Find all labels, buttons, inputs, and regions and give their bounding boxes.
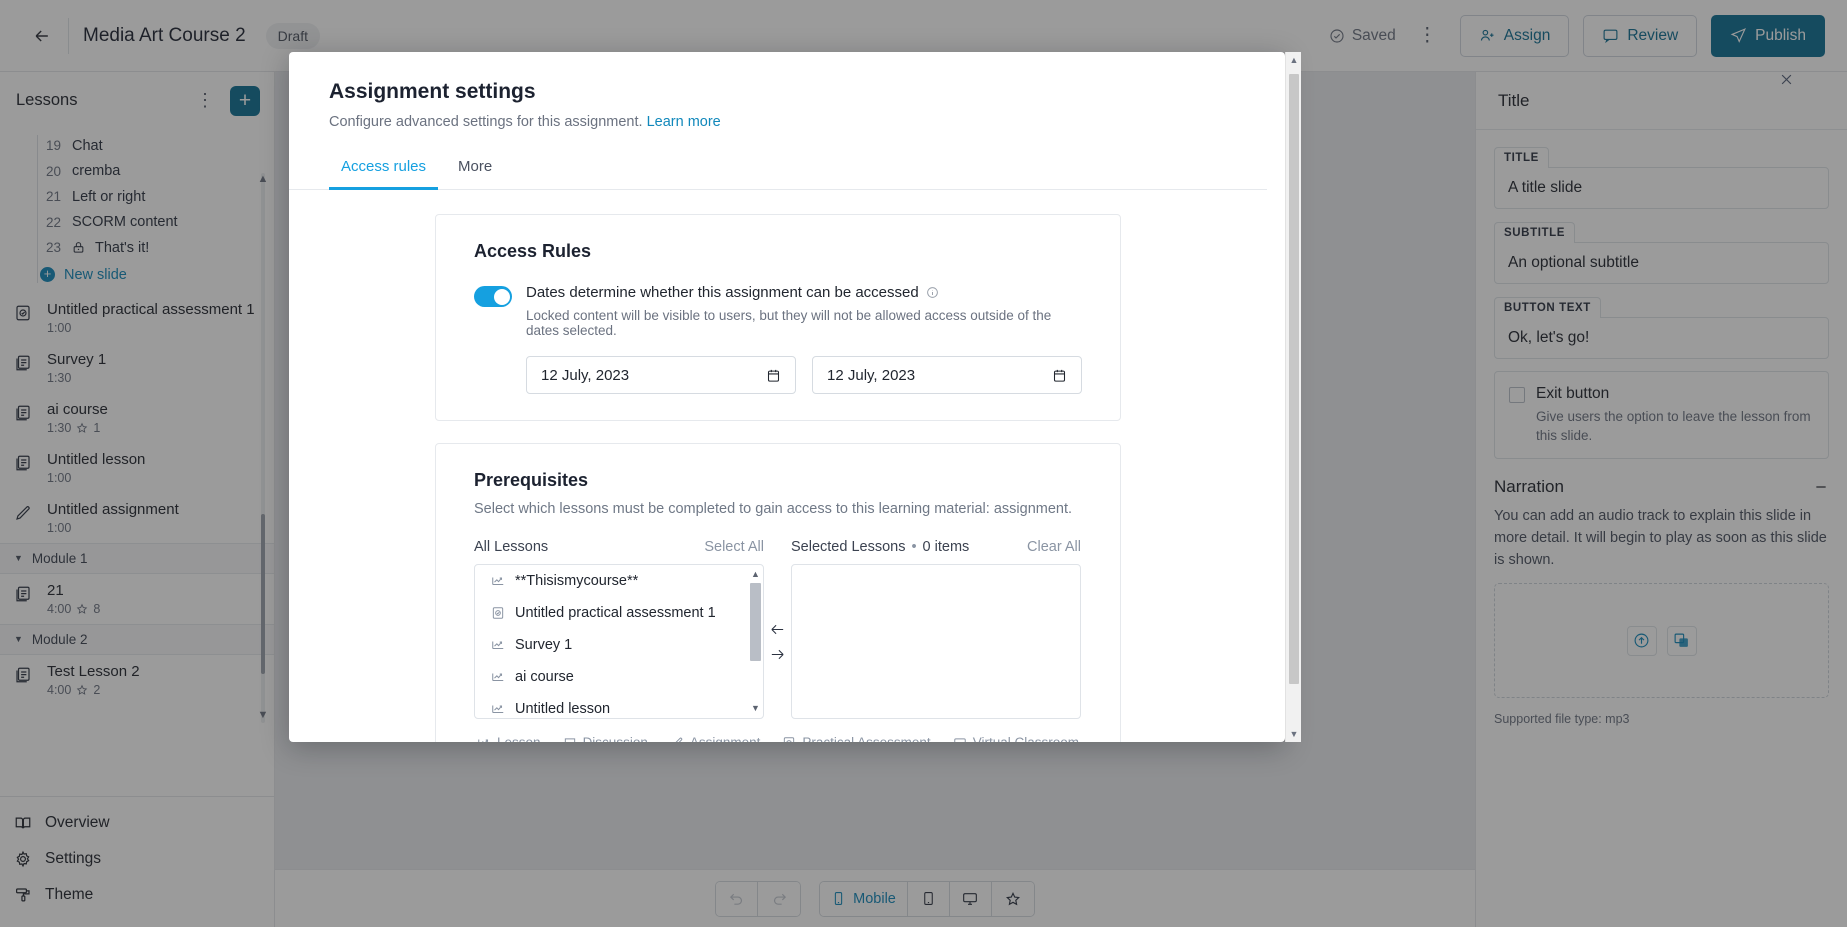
learn-more-link[interactable]: Learn more (647, 114, 721, 130)
virtual-classroom-icon (953, 736, 967, 743)
list-item-label: Untitled practical assessment 1 (515, 605, 716, 621)
select-all-button[interactable]: Select All (704, 539, 764, 555)
all-lessons-header: All Lessons Select All (474, 539, 764, 555)
app-root: Media Art Course 2 Draft Saved ⋮ Assign (0, 0, 1847, 927)
clear-all-button[interactable]: Clear All (1027, 539, 1081, 555)
access-rules-card: Access Rules Dates determine whether thi… (435, 214, 1121, 421)
selected-lessons-label: Selected Lessons (791, 539, 905, 555)
access-dates-description: Locked content will be visible to users,… (526, 308, 1082, 338)
modal-close-button[interactable] (1775, 68, 1797, 90)
modal-scrollbar-thumb[interactable] (1289, 74, 1299, 684)
all-lessons-label: All Lessons (474, 539, 548, 555)
move-right-button[interactable] (769, 646, 786, 663)
listbox-scrollbar-thumb[interactable] (750, 583, 761, 661)
list-item-label: **Thisismycourse** (515, 573, 638, 589)
selected-lessons-count: 0 items (923, 539, 970, 555)
scroll-up-icon[interactable]: ▲ (1286, 52, 1302, 68)
legend-label: Lesson (497, 735, 541, 742)
end-date-value: 12 July, 2023 (827, 367, 1052, 384)
practical-assessment-icon (491, 606, 505, 620)
assignment-icon (670, 736, 684, 743)
access-dates-toggle-row: Dates determine whether this assignment … (474, 284, 1082, 394)
prerequisites-heading: Prerequisites (474, 470, 1082, 491)
prerequisites-description: Select which lessons must be completed t… (474, 501, 1082, 517)
move-left-button[interactable] (769, 621, 786, 638)
lesson-icon (477, 736, 491, 743)
lesson-icon (491, 574, 505, 588)
list-item[interactable]: **Thisismycourse** (475, 565, 763, 597)
lesson-icon (491, 702, 505, 716)
all-lessons-listbox[interactable]: **Thisismycourse** Untitled practical as… (474, 564, 764, 719)
legend-item-discussion: Discussion (563, 735, 648, 742)
legend-label: Discussion (583, 735, 648, 742)
scroll-up-icon[interactable]: ▲ (750, 569, 761, 580)
legend-item-virtual-classroom: Virtual Classroom (953, 735, 1079, 742)
practical-assessment-icon (782, 736, 796, 743)
tab-access-rules[interactable]: Access rules (329, 152, 438, 190)
transfer-arrows (764, 564, 791, 719)
list-item[interactable]: ai course (475, 661, 763, 693)
list-item-label: Survey 1 (515, 637, 572, 653)
access-dates-toggle[interactable] (474, 286, 512, 307)
legend-label: Assignment (690, 735, 761, 742)
modal-title: Assignment settings (329, 80, 1227, 104)
selected-lessons-count-wrap: Selected Lessons • 0 items (791, 539, 969, 555)
access-rules-heading: Access Rules (474, 241, 1082, 262)
dual-list-headers: All Lessons Select All Selected Lessons •… (474, 539, 1082, 555)
discussion-icon (563, 736, 577, 743)
legend-item-lesson: Lesson (477, 735, 541, 742)
content-type-legend: Lesson Discussion Assignme (474, 735, 1082, 742)
scroll-down-icon[interactable]: ▼ (1286, 726, 1302, 742)
end-date-input[interactable]: 12 July, 2023 (812, 356, 1082, 394)
modal-content: Access Rules Dates determine whether thi… (289, 190, 1267, 742)
modal-inner: Assignment settings Configure advanced s… (289, 52, 1267, 742)
modal-header: Assignment settings Configure advanced s… (289, 52, 1267, 130)
list-item[interactable]: Untitled lesson (475, 693, 763, 719)
access-dates-label: Dates determine whether this assignment … (526, 284, 919, 301)
list-item-label: ai course (515, 669, 574, 685)
scroll-down-icon[interactable]: ▼ (750, 703, 761, 714)
lesson-icon (491, 638, 505, 652)
date-range-row: 12 July, 2023 12 July, 2023 (526, 356, 1082, 394)
legend-item-assignment: Assignment (670, 735, 761, 742)
assignment-settings-modal: Assignment settings Configure advanced s… (289, 52, 1285, 742)
info-icon[interactable] (926, 286, 939, 299)
legend-label: Virtual Classroom (973, 735, 1079, 742)
modal-scrollbar-track[interactable]: ▲ ▼ (1285, 52, 1301, 742)
start-date-input[interactable]: 12 July, 2023 (526, 356, 796, 394)
lesson-icon (491, 670, 505, 684)
legend-label: Practical Assessment (802, 735, 930, 742)
tab-more[interactable]: More (446, 152, 504, 190)
dual-list: **Thisismycourse** Untitled practical as… (474, 564, 1082, 719)
modal-tabs: Access rules More (289, 130, 1267, 190)
modal-subtitle-text: Configure advanced settings for this ass… (329, 114, 643, 130)
calendar-icon[interactable] (766, 368, 781, 383)
start-date-value: 12 July, 2023 (541, 367, 766, 384)
modal-subtitle: Configure advanced settings for this ass… (329, 114, 1227, 130)
selected-lessons-listbox[interactable] (791, 564, 1081, 719)
calendar-icon[interactable] (1052, 368, 1067, 383)
list-item[interactable]: Survey 1 (475, 629, 763, 661)
access-dates-label-wrap: Dates determine whether this assignment … (526, 284, 1082, 301)
list-item[interactable]: Untitled practical assessment 1 (475, 597, 763, 629)
access-dates-text: Dates determine whether this assignment … (526, 284, 1082, 394)
selected-lessons-header: Selected Lessons • 0 items Clear All (791, 539, 1081, 555)
legend-item-practical-assessment: Practical Assessment (782, 735, 930, 742)
list-item-label: Untitled lesson (515, 701, 610, 717)
separator-dot: • (911, 539, 916, 555)
prerequisites-card: Prerequisites Select which lessons must … (435, 443, 1121, 742)
